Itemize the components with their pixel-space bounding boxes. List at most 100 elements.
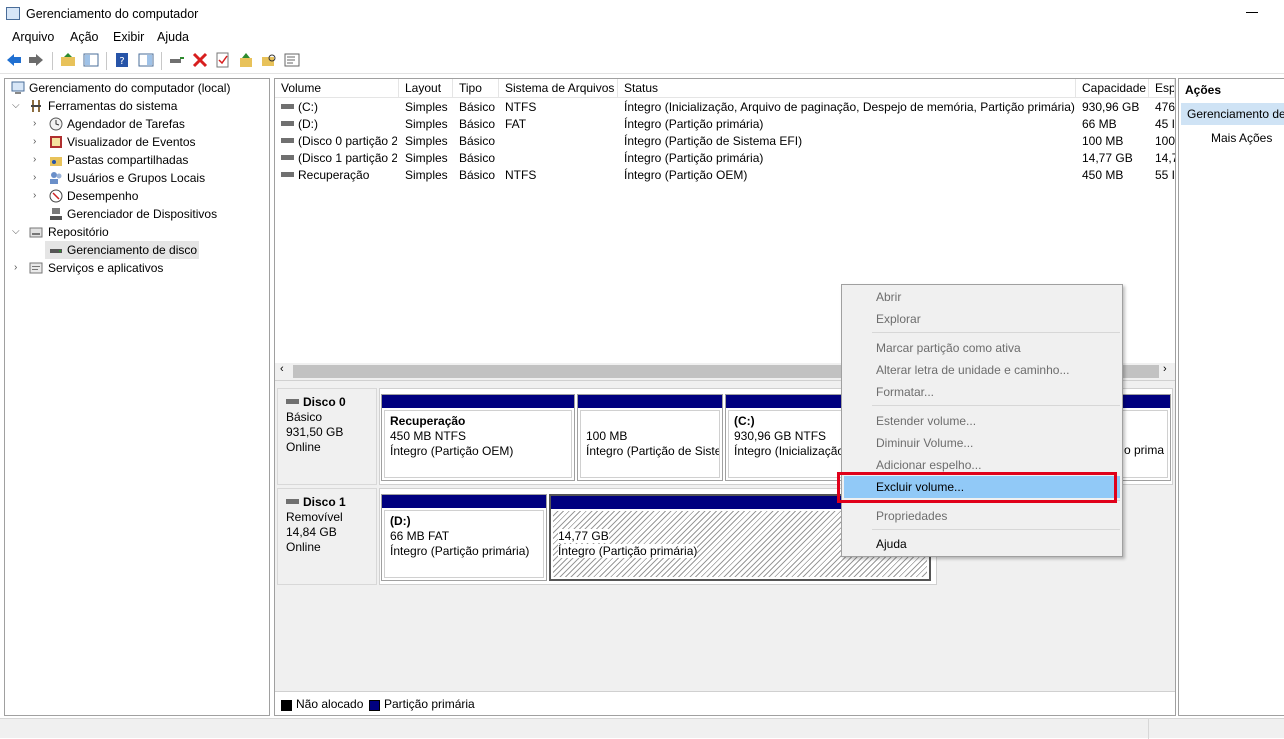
- tree-label: Agendador de Tarefas: [67, 117, 185, 131]
- tree-item-device-manager[interactable]: Gerenciador de Dispositivos: [9, 205, 267, 223]
- chevron-right-icon[interactable]: ›: [14, 259, 17, 277]
- volume-row[interactable]: Recuperação Simples Básico NTFS Íntegro (Par…: [275, 167, 1175, 184]
- back-arrow-icon[interactable]: [6, 52, 22, 68]
- help-icon[interactable]: ?: [114, 52, 130, 68]
- column-header-status[interactable]: Status: [618, 79, 1076, 98]
- column-header-layout[interactable]: Layout: [399, 79, 453, 98]
- cell-status: Íntegro (Inicialização, Arquivo de pagin…: [624, 100, 1075, 114]
- volume-row[interactable]: (Disco 1 partição 2) Simples Básico Íntegro…: [275, 150, 1175, 167]
- column-header-type[interactable]: Tipo: [453, 79, 499, 98]
- menu-item-format[interactable]: Formatar...: [844, 381, 1120, 403]
- menu-item-change-letter[interactable]: Alterar letra de unidade e caminho...: [844, 359, 1120, 381]
- menu-acao[interactable]: Ação: [70, 30, 99, 44]
- tree-item-root[interactable]: Gerenciamento do computador (local): [9, 79, 267, 97]
- disk-0-label[interactable]: Disco 0 Básico 931,50 GB Online: [277, 388, 377, 485]
- cell-type: Básico: [459, 117, 496, 131]
- tree-item-storage[interactable]: ⌵ Repositório: [9, 223, 267, 241]
- tree-item-performance[interactable]: › Desempenho: [9, 187, 267, 205]
- partition-status: Íntegro (Partição OEM): [390, 444, 514, 458]
- partition-d[interactable]: (D:) 66 MB FAT Íntegro (Partição primária): [381, 494, 547, 581]
- cell-status: Íntegro (Partição OEM): [624, 168, 748, 182]
- context-menu: Abrir Explorar Marcar partição como ativ…: [841, 284, 1123, 557]
- forward-arrow-icon[interactable]: [28, 52, 44, 68]
- cell-volume: Recuperação: [281, 167, 397, 184]
- column-header-filesystem[interactable]: Sistema de Arquivos: [499, 79, 618, 98]
- disk-state: Online: [286, 440, 321, 454]
- tree-item-task-scheduler[interactable]: › Agendador de Tarefas: [9, 115, 267, 133]
- column-header-volume[interactable]: Volume: [275, 79, 399, 98]
- chevron-right-icon[interactable]: ›: [33, 187, 36, 205]
- disk-name: Disco 1: [303, 495, 346, 509]
- menu-item-shrink-volume[interactable]: Diminuir Volume...: [844, 432, 1120, 454]
- partition-efi[interactable]: 100 MB Íntegro (Partição de Sister: [577, 394, 723, 481]
- scroll-right-icon[interactable]: ›: [1163, 363, 1167, 375]
- menu-item-explore[interactable]: Explorar: [844, 308, 1120, 330]
- chevron-down-icon[interactable]: ⌵: [12, 223, 20, 241]
- more-actions-link[interactable]: Mais Ações: [1211, 131, 1272, 145]
- disk-1-label[interactable]: Disco 1 Removível 14,84 GB Online: [277, 488, 377, 585]
- volume-name: (C:): [298, 100, 318, 114]
- minimize-button[interactable]: [1246, 12, 1258, 13]
- tree-item-shared-folders[interactable]: › Pastas compartilhadas: [9, 151, 267, 169]
- delete-icon[interactable]: [192, 52, 208, 68]
- connect-drive-icon[interactable]: [169, 52, 185, 68]
- chevron-right-icon[interactable]: ›: [33, 151, 36, 169]
- disk-icon: [286, 499, 299, 505]
- cell-free-space: 55 I: [1155, 168, 1175, 182]
- cell-filesystem: FAT: [505, 117, 527, 131]
- partition-recovery[interactable]: Recuperação 450 MB NTFS Íntegro (Partição …: [381, 394, 575, 481]
- menu-item-open[interactable]: Abrir: [844, 286, 1120, 308]
- cell-status: Íntegro (Partição primária): [624, 117, 764, 131]
- tree-item-system-tools[interactable]: ⌵ Ferramentas do sistema: [9, 97, 267, 115]
- tree-item-users-groups[interactable]: › Usuários e Grupos Locais: [9, 169, 267, 187]
- cell-layout: Simples: [405, 100, 448, 114]
- column-header-free-space[interactable]: Esp: [1149, 79, 1175, 98]
- volume-row[interactable]: (D:) Simples Básico FAT Íntegro (Partição pr…: [275, 116, 1175, 133]
- tree-item-disk-management[interactable]: Gerenciamento de disco: [45, 241, 199, 259]
- up-arrow-folder-icon[interactable]: [238, 52, 254, 68]
- partition-status: Íntegro (Partição de Sister: [586, 444, 720, 458]
- cell-capacity: 100 MB: [1082, 134, 1124, 148]
- cell-filesystem: NTFS: [505, 100, 537, 114]
- actions-title: Ações: [1185, 83, 1222, 97]
- partition-status-tail: o prima: [1124, 443, 1165, 457]
- tree-label: Pastas compartilhadas: [67, 153, 189, 167]
- cell-type: Básico: [459, 134, 496, 148]
- volume-icon: [281, 121, 294, 127]
- menu-item-extend-volume[interactable]: Estender volume...: [844, 410, 1120, 432]
- up-folder-icon[interactable]: [60, 52, 76, 68]
- console-icon[interactable]: [284, 52, 300, 68]
- menu-item-help[interactable]: Ajuda: [844, 533, 1120, 555]
- svg-text:?: ?: [119, 56, 124, 67]
- search-folder-icon[interactable]: [261, 52, 277, 68]
- volume-icon: [281, 138, 294, 144]
- partition-size: 930,96 GB NTFS: [734, 429, 827, 443]
- volume-name: Recuperação: [298, 168, 370, 182]
- volume-name: (Disco 0 partição 2): [298, 134, 397, 148]
- chevron-right-icon[interactable]: ›: [33, 169, 36, 187]
- menu-exibir[interactable]: Exibir: [113, 30, 144, 44]
- tree-item-event-viewer[interactable]: › Visualizador de Eventos: [9, 133, 267, 151]
- menu-item-mark-active[interactable]: Marcar partição como ativa: [844, 337, 1120, 359]
- show-hide-tree-icon[interactable]: [83, 52, 99, 68]
- chevron-right-icon[interactable]: ›: [33, 115, 36, 133]
- scroll-left-icon[interactable]: ‹: [280, 363, 284, 375]
- tree-label: Gerenciamento de disco: [67, 243, 198, 257]
- menu-arquivo[interactable]: Arquivo: [12, 30, 54, 44]
- menu-ajuda[interactable]: Ajuda: [157, 30, 189, 44]
- chevron-down-icon[interactable]: ⌵: [12, 97, 20, 115]
- disk-kind: Removível: [286, 510, 343, 524]
- actions-section-disk-management[interactable]: Gerenciamento de: [1181, 103, 1284, 125]
- chevron-right-icon[interactable]: ›: [33, 133, 36, 151]
- properties-check-icon[interactable]: [215, 52, 231, 68]
- tree-label: Ferramentas do sistema: [48, 99, 178, 113]
- volume-row[interactable]: (Disco 0 partição 2) Simples Básico Íntegro…: [275, 133, 1175, 150]
- menu-item-properties[interactable]: Propriedades: [844, 505, 1120, 527]
- cell-capacity: 930,96 GB: [1082, 100, 1140, 114]
- partition-title: (C:): [734, 414, 755, 428]
- show-hide-action-pane-icon[interactable]: [138, 52, 154, 68]
- column-header-capacity[interactable]: Capacidade: [1076, 79, 1149, 98]
- clock-icon: [49, 117, 63, 131]
- volume-row[interactable]: (C:) Simples Básico NTFS Íntegro (Inicializa…: [275, 99, 1175, 116]
- tree-item-services[interactable]: › Serviços e aplicativos: [9, 259, 267, 277]
